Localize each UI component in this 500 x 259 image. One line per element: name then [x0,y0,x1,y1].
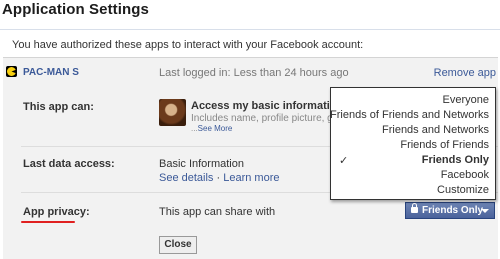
page-title: Application Settings [2,1,150,18]
check-icon: ✓ [339,155,349,167]
title-divider [0,29,500,30]
see-more-link[interactable]: See More [198,124,233,133]
permissions-label: This app can: [23,101,94,113]
pacman-app-icon [6,66,17,77]
share-text: This app can share with [159,206,276,218]
data-access-value: Basic Information [159,158,244,170]
last-login-text: Last logged in: Less than 24 hours ago [159,67,349,79]
privacy-option-friends-of-friends-and-networks[interactable]: Friends of Friends and Networks [330,109,489,121]
annotation-underline [21,221,75,223]
privacy-option-customize[interactable]: Customize [437,184,489,196]
see-details-link[interactable]: See details [159,172,213,184]
permission-description: Includes name, profile picture, gen [191,113,344,124]
see-more-prefix: ... [191,124,198,133]
privacy-dropdown-menu: Everyone Friends of Friends and Networks… [330,87,496,200]
remove-app-link[interactable]: Remove app [434,67,496,79]
lock-icon [411,203,418,213]
app-privacy-label: App privacy: [23,206,90,218]
privacy-option-friends-only[interactable]: Friends Only [422,154,489,166]
privacy-button-label: Friends Only [422,205,484,216]
permission-title: Access my basic information [191,100,344,112]
privacy-option-friends-of-friends[interactable]: Friends of Friends [400,139,489,151]
learn-more-link[interactable]: Learn more [223,172,279,184]
privacy-option-facebook[interactable]: Facebook [441,169,489,181]
data-access-label: Last data access: [23,158,115,170]
app-name[interactable]: PAC-MAN S [23,67,79,78]
avatar [159,99,186,126]
privacy-dropdown-button[interactable]: Friends Only [405,202,495,219]
privacy-option-friends-and-networks[interactable]: Friends and Networks [382,124,489,136]
data-access-links: See details · Learn more [159,172,279,184]
intro-text: You have authorized these apps to intera… [12,39,364,51]
link-separator: · [213,172,224,184]
app-row: PAC-MAN S Last logged in: Less than 24 h… [3,58,498,86]
caret-down-icon [481,209,489,213]
close-button[interactable]: Close [159,236,197,254]
privacy-option-everyone[interactable]: Everyone [443,94,489,106]
see-more: ...See More [191,124,232,133]
